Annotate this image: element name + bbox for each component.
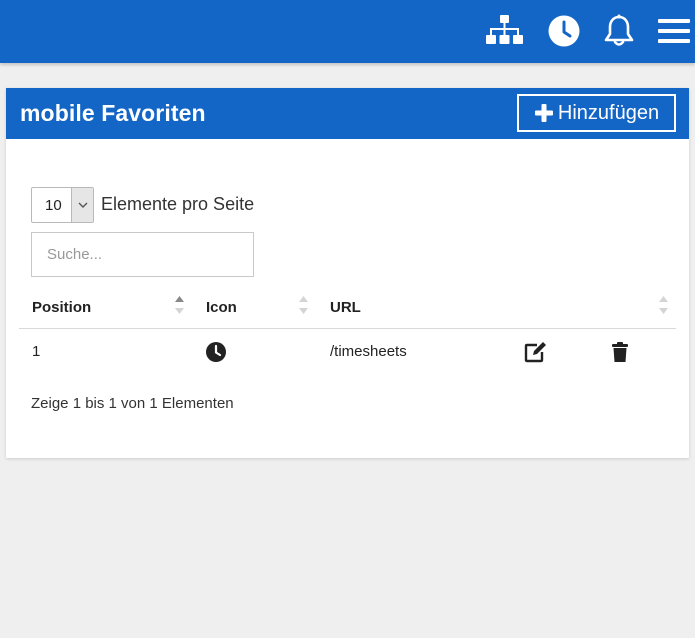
menu-button[interactable] — [655, 12, 693, 50]
edit-icon[interactable] — [524, 340, 548, 364]
sitemap-button[interactable] — [485, 12, 523, 50]
column-header-icon[interactable]: Icon — [206, 299, 237, 316]
page-length-value: 10 — [45, 197, 62, 214]
cell-url: /timesheets — [330, 343, 407, 360]
cell-position: 1 — [32, 343, 41, 360]
page-length-select[interactable]: 10 — [31, 187, 94, 223]
sort-icon[interactable] — [658, 294, 669, 316]
column-header-url[interactable]: URL — [330, 299, 361, 316]
clock-icon — [548, 15, 580, 47]
top-navbar — [0, 0, 695, 63]
plus-icon — [534, 104, 553, 122]
timesheet-button[interactable] — [545, 12, 583, 50]
card-header: mobile Favoriten Hinzufügen — [6, 88, 689, 139]
column-header-position[interactable]: Position — [32, 299, 91, 316]
page-length-label: Elemente pro Seite — [101, 194, 255, 214]
clock-icon — [204, 340, 228, 364]
search-input[interactable] — [31, 232, 254, 277]
sort-icon[interactable] — [298, 294, 309, 316]
chevron-down-icon — [71, 188, 93, 222]
page-title: mobile Favoriten — [20, 100, 206, 126]
favorites-card: mobile Favoriten Hinzufügen 10 Elemente … — [6, 88, 689, 458]
sitemap-icon — [486, 15, 523, 44]
notifications-button[interactable] — [600, 12, 638, 50]
table-header-divider — [19, 328, 676, 329]
sort-icon[interactable] — [174, 294, 185, 316]
add-button-label: Hinzufügen — [557, 101, 660, 124]
bell-icon — [604, 14, 634, 46]
trash-icon[interactable] — [608, 340, 632, 364]
table-info: Zeige 1 bis 1 von 1 Elementen — [31, 395, 234, 412]
menu-icon — [658, 19, 690, 43]
add-button[interactable]: Hinzufügen — [517, 94, 676, 132]
